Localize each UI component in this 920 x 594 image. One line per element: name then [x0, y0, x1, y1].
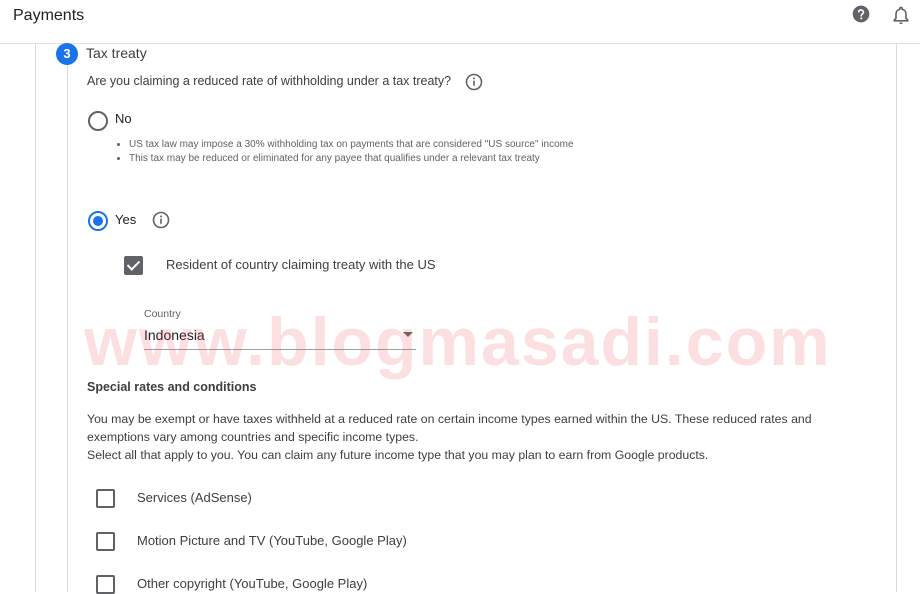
special-rates-text: Select all that apply to you. You can cl… [87, 448, 709, 462]
special-rates-text: exemptions vary among countries and spec… [87, 430, 419, 444]
info-icon[interactable] [152, 211, 170, 229]
special-rates-text: You may be exempt or have taxes withheld… [87, 412, 812, 426]
card-border-right [896, 44, 897, 592]
top-bar: Payments [0, 0, 920, 44]
radio-yes-label: Yes [115, 212, 137, 227]
step-number-badge: 3 [56, 43, 78, 65]
step-connector-line [67, 64, 68, 592]
country-select[interactable]: Indonesia [144, 327, 205, 343]
page-title: Payments [13, 7, 85, 24]
note-item: This tax may be reduced or eliminated fo… [129, 152, 574, 166]
resident-checkbox-label: Resident of country claiming treaty with… [166, 257, 436, 272]
card-border-left [35, 44, 36, 592]
resident-checkbox[interactable] [124, 256, 143, 275]
income-type-checkbox-services[interactable] [96, 489, 115, 508]
note-item: US tax law may impose a 30% withholding … [129, 138, 574, 152]
radio-no-label: No [115, 111, 132, 126]
special-rates-heading: Special rates and conditions [87, 380, 257, 394]
income-type-checkbox-other-copyright[interactable] [96, 575, 115, 594]
income-type-checkbox-motion-picture[interactable] [96, 532, 115, 551]
help-icon[interactable] [851, 4, 871, 24]
country-field-label: Country [144, 308, 181, 320]
income-type-label: Services (AdSense) [137, 490, 252, 505]
step-title: Tax treaty [86, 45, 147, 61]
chevron-down-icon[interactable] [403, 332, 413, 337]
radio-yes[interactable] [88, 211, 108, 231]
radio-no[interactable] [88, 111, 108, 131]
country-select-underline [144, 349, 416, 350]
info-icon[interactable] [465, 73, 483, 91]
tax-treaty-question: Are you claiming a reduced rate of withh… [87, 74, 452, 88]
income-type-label: Other copyright (YouTube, Google Play) [137, 576, 368, 591]
withholding-notes: US tax law may impose a 30% withholding … [116, 138, 574, 166]
income-type-label: Motion Picture and TV (YouTube, Google P… [137, 533, 407, 548]
bell-icon[interactable] [891, 4, 911, 26]
